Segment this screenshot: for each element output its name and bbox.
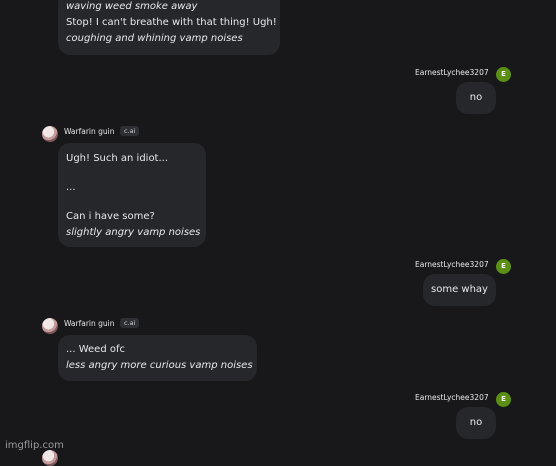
message-action-text: coughing and whining vamp noises: [66, 33, 243, 44]
bot-avatar[interactable]: [42, 318, 58, 334]
message-text: ...: [66, 182, 76, 193]
message-spacer: [66, 167, 198, 180]
user-avatar[interactable]: E: [496, 67, 511, 82]
message-text: Can i have some?: [66, 211, 155, 222]
message-action-text: slightly angry vamp noises: [66, 227, 201, 238]
message-text: no: [469, 417, 483, 428]
message-text: Ugh! Such an idiot...: [66, 153, 169, 164]
message-text: some whay: [431, 284, 488, 295]
bot-name: Warfarin guin: [64, 319, 115, 328]
user-message-bubble: no: [456, 407, 496, 439]
message-action-text: less angry more curious vamp noises: [66, 360, 253, 371]
user-message-bubble: some whay: [423, 274, 496, 306]
message-action-text: waving weed smoke away: [66, 1, 198, 12]
bot-message-bubble: Ugh! Such an idiot... ... Can i have som…: [58, 143, 206, 247]
user-message-bubble: no: [456, 82, 496, 114]
bot-avatar[interactable]: [42, 450, 58, 466]
message-text: Stop! I can't breathe with that thing! U…: [66, 17, 277, 28]
message-text: ... Weed ofc: [66, 344, 125, 355]
message-spacer: [66, 196, 198, 209]
bot-message-bubble: waving weed smoke away Stop! I can't bre…: [58, 0, 280, 55]
user-name: EarnestLychee3207: [415, 260, 489, 269]
user-avatar[interactable]: E: [496, 259, 511, 274]
bot-avatar[interactable]: [42, 126, 58, 142]
user-avatar[interactable]: E: [496, 392, 511, 407]
ai-badge: c.ai: [120, 318, 140, 328]
ai-badge: c.ai: [120, 126, 140, 136]
user-name: EarnestLychee3207: [415, 393, 489, 402]
watermark: imgflip.com: [5, 440, 64, 451]
message-text: no: [469, 92, 483, 103]
user-name: EarnestLychee3207: [415, 68, 489, 77]
bot-message-bubble: ... Weed ofc less angry more curious vam…: [58, 335, 257, 381]
bot-name: Warfarin guin: [64, 127, 115, 136]
